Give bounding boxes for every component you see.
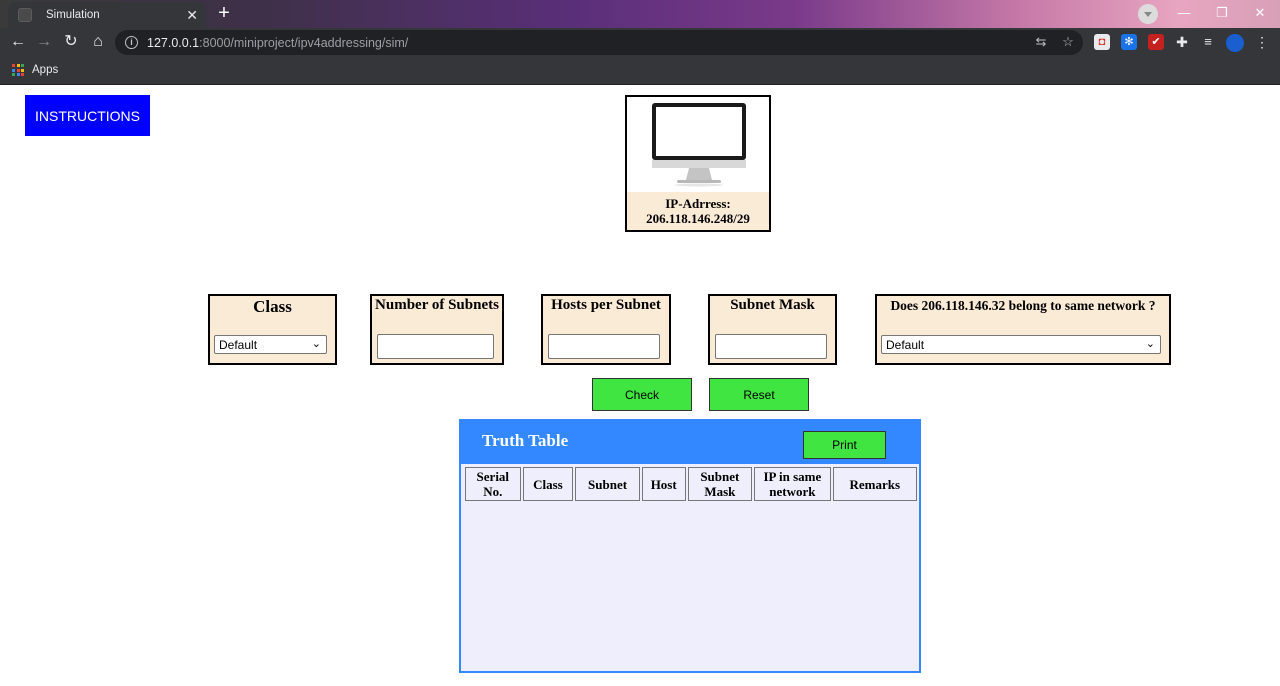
class-select[interactable]: Default ⌄	[214, 335, 327, 354]
network-question: Does 206.118.146.32 belong to same netwo…	[890, 298, 1156, 313]
restore-icon[interactable]: ❐	[1207, 3, 1237, 23]
ip-address-label: IP-Adrress: 206.118.146.248/29	[627, 192, 769, 230]
reload-icon[interactable]: ↻	[61, 32, 81, 52]
forward-icon[interactable]: →	[34, 32, 54, 52]
extensions-puzzle-icon[interactable]: ✚	[1174, 34, 1190, 50]
subnets-title: Number of Subnets	[375, 297, 499, 313]
hosts-field-box: Hosts per Subnet	[541, 294, 671, 365]
apps-bookmark[interactable]: Apps	[32, 64, 58, 76]
address-bar[interactable]: i 127.0.0.1:8000/miniproject/ipv4address…	[115, 30, 1083, 55]
simulation-page: INSTRUCTIONS IP-Adrress: 206.118.146.248…	[0, 86, 1280, 686]
media-control-icon[interactable]: ≡	[1200, 34, 1216, 50]
col-remarks: Remarks	[832, 467, 917, 501]
apps-grid-icon[interactable]	[12, 64, 24, 76]
bookmarks-bar: Apps	[0, 57, 1280, 85]
hosts-input[interactable]	[548, 334, 660, 359]
network-field-box: Does 206.118.146.32 belong to same netwo…	[875, 294, 1171, 365]
monitor-icon	[652, 103, 746, 187]
col-subnet: Subnet	[575, 467, 640, 501]
minimize-icon[interactable]: —	[1169, 3, 1199, 23]
tab-title: Simulation	[46, 9, 100, 21]
ip-address-value: 206.118.146.248/29	[646, 211, 750, 226]
class-field-box: Class Default ⌄	[208, 294, 337, 365]
chrome-menu-icon[interactable]: ⋮	[1254, 34, 1270, 50]
close-tab-icon[interactable]: ✕	[186, 8, 198, 22]
bookmark-star-icon[interactable]: ☆	[1060, 34, 1076, 50]
network-select[interactable]: Default ⌄	[881, 335, 1161, 354]
col-subnet-mask: Subnet Mask	[687, 467, 753, 501]
pocket-extension-icon[interactable]: ◘	[1094, 34, 1110, 50]
class-title: Class	[253, 297, 292, 316]
col-ip-same-network: IP in same network	[754, 467, 831, 501]
reset-button[interactable]: Reset	[709, 378, 809, 411]
translate-icon[interactable]: ⇆	[1033, 34, 1049, 50]
truth-table: Serial No. Class Subnet Host Subnet Mask…	[463, 465, 919, 503]
tab-search-icon[interactable]	[1138, 4, 1158, 24]
tab-favicon-icon	[18, 8, 32, 22]
browser-title-bar: Simulation ✕ + — ❐ ✕	[0, 0, 1280, 28]
truth-table-header-row: Serial No. Class Subnet Host Subnet Mask…	[465, 467, 917, 501]
back-icon[interactable]: ←	[8, 32, 28, 52]
instructions-button[interactable]: INSTRUCTIONS	[25, 95, 150, 136]
react-extension-icon[interactable]: ✻	[1121, 34, 1137, 50]
hosts-title: Hosts per Subnet	[551, 297, 661, 313]
subnet-mask-input[interactable]	[715, 334, 827, 359]
truth-table-header: Truth Table Print	[461, 421, 919, 464]
col-host: Host	[641, 467, 686, 501]
print-button[interactable]: Print	[803, 431, 886, 459]
subnets-field-box: Number of Subnets	[370, 294, 504, 365]
browser-tab[interactable]: Simulation ✕	[8, 2, 206, 28]
close-window-icon[interactable]: ✕	[1245, 3, 1275, 23]
new-tab-button[interactable]: +	[212, 3, 236, 24]
truth-table-panel: Truth Table Print Serial No. Class Subne…	[459, 419, 921, 673]
home-icon[interactable]: ⌂	[88, 32, 108, 52]
extension-red-icon[interactable]: ✔	[1148, 34, 1164, 50]
mask-field-box: Subnet Mask	[708, 294, 837, 365]
col-serial-no: Serial No.	[465, 467, 521, 501]
site-info-icon[interactable]: i	[125, 36, 138, 49]
col-class: Class	[522, 467, 574, 501]
url-text: 127.0.0.1:8000/miniproject/ipv4addressin…	[147, 35, 409, 50]
chevron-down-icon: ⌄	[311, 338, 321, 350]
chevron-down-icon: ⌄	[1145, 338, 1155, 350]
truth-table-title: Truth Table	[482, 431, 569, 450]
computer-card: IP-Adrress: 206.118.146.248/29	[625, 95, 771, 232]
profile-avatar-icon[interactable]	[1226, 34, 1244, 52]
check-button[interactable]: Check	[592, 378, 692, 411]
ip-label-text: IP-Adrress:	[665, 196, 731, 211]
browser-toolbar: ← → ↻ ⌂ i 127.0.0.1:8000/miniproject/ipv…	[0, 28, 1280, 57]
subnets-input[interactable]	[377, 334, 494, 359]
mask-title: Subnet Mask	[730, 297, 815, 313]
